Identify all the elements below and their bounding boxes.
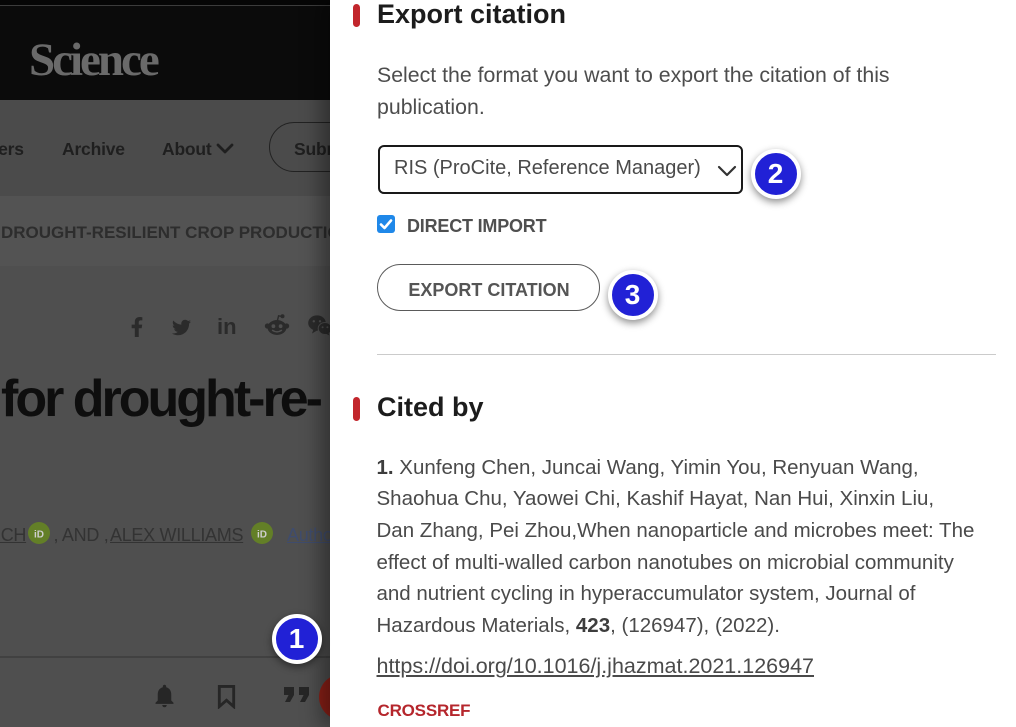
svg-text:iD: iD <box>257 530 267 541</box>
svg-text:iD: iD <box>34 530 44 541</box>
